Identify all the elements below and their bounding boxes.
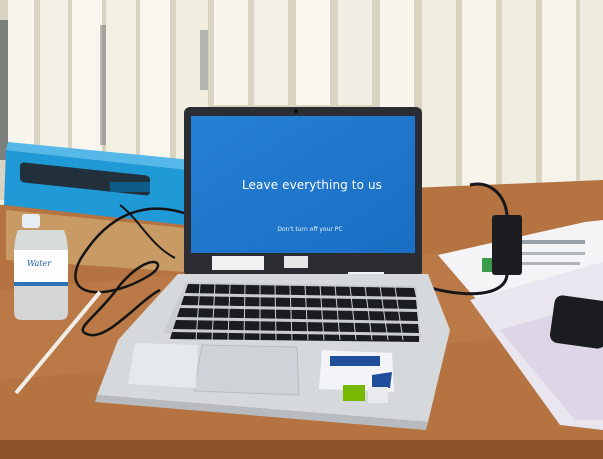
nvidia-sticker xyxy=(343,385,365,401)
screen-sub-message: Don't turn off your PC xyxy=(277,226,343,233)
webcam xyxy=(294,109,298,113)
smartphone xyxy=(549,295,603,349)
touchpad xyxy=(193,344,300,396)
sticker-left xyxy=(128,343,198,388)
bottle-label: Water xyxy=(26,259,52,268)
laptop-lid xyxy=(184,107,422,280)
screen-main-message: Leave everything to us xyxy=(241,178,382,192)
desk-edge xyxy=(0,440,603,459)
